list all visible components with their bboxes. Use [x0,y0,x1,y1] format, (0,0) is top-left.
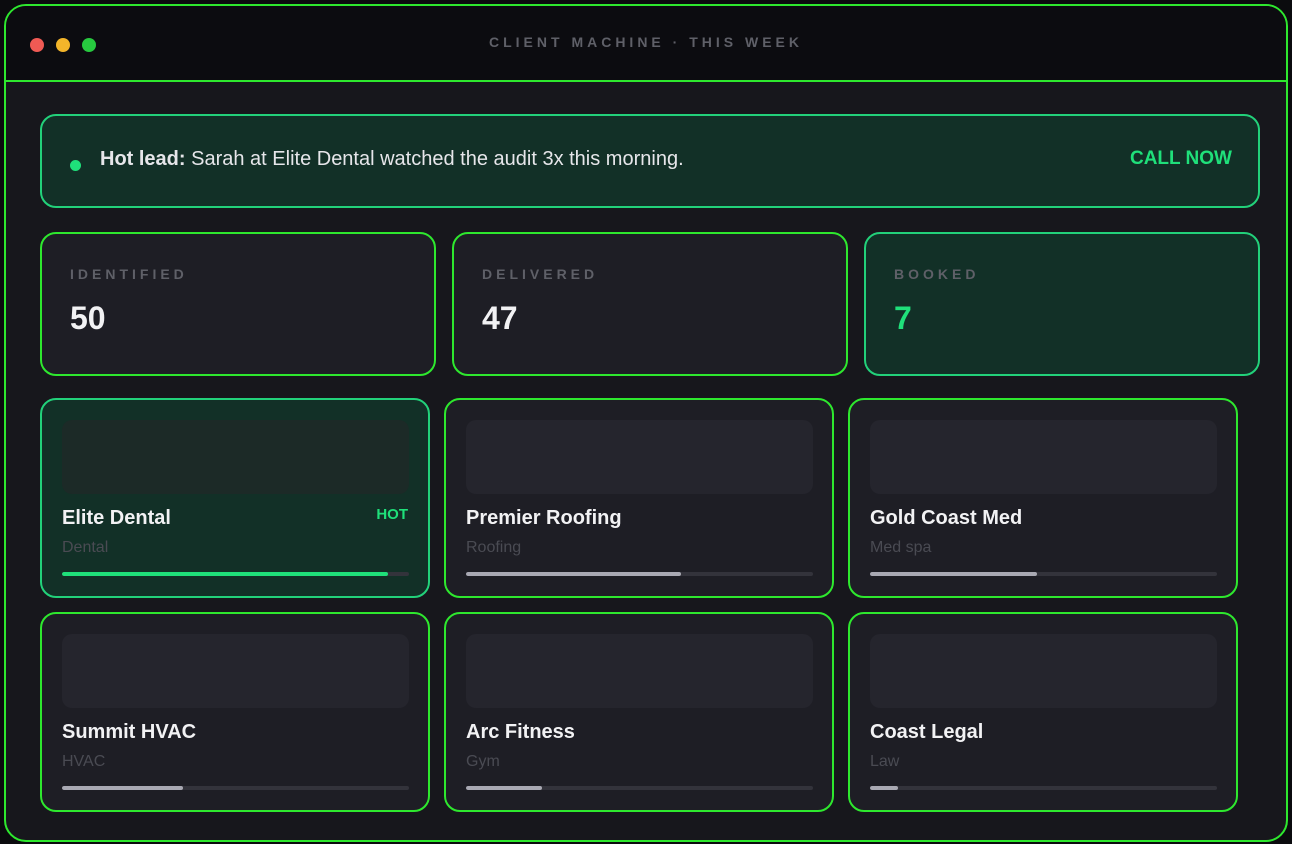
lead-category: Roofing [466,539,522,556]
lead-name: Coast Legal [870,721,984,743]
stat-card-identified: IDENTIFIED 50 [40,232,436,376]
lead-thumbnail [466,634,813,708]
lead-card-summit-hvac[interactable]: Summit HVAC HVAC [40,612,430,812]
lead-progress-fill [466,572,682,576]
lead-progress-bar [870,572,1217,576]
window-title: CLIENT MACHINE · THIS WEEK [489,34,803,50]
lead-name: Arc Fitness [466,721,575,743]
hot-lead-alert: Hot lead: Sarah at Elite Dental watched … [40,114,1260,208]
title-bar: CLIENT MACHINE · THIS WEEK [6,6,1286,82]
live-indicator-icon [70,160,81,171]
lead-thumbnail [870,420,1217,494]
lead-progress-fill [62,786,184,790]
lead-card-premier-roofing[interactable]: Premier Roofing Roofing [444,398,834,598]
lead-name: Summit HVAC [62,721,197,743]
lead-thumbnail [62,420,409,494]
stat-card-delivered: DELIVERED 47 [452,232,848,376]
alert-message: Hot lead: Sarah at Elite Dental watched … [100,147,684,171]
stat-label: IDENTIFIED [70,266,188,282]
stat-value: 50 [70,300,106,336]
stat-label: BOOKED [894,266,980,282]
lead-progress-bar [466,572,813,576]
lead-category: Gym [466,753,500,770]
lead-progress-bar [870,786,1217,790]
stat-card-booked: BOOKED 7 [864,232,1260,376]
lead-card-elite-dental[interactable]: Elite Dental HOT Dental [40,398,430,598]
lead-card-gold-coast-med[interactable]: Gold Coast Med Med spa [848,398,1238,598]
stat-value: 7 [894,300,912,336]
app-window: CLIENT MACHINE · THIS WEEK Hot lead: Sar… [4,4,1288,842]
lead-category: Dental [62,539,109,556]
lead-name: Premier Roofing [466,507,622,529]
lead-progress-bar [62,572,409,576]
lead-name: Elite Dental [62,507,171,529]
lead-thumbnail [870,634,1217,708]
lead-card-coast-legal[interactable]: Coast Legal Law [848,612,1238,812]
lead-progress-fill [870,786,898,790]
call-now-button[interactable]: CALL NOW [1130,147,1232,171]
hot-badge: HOT [376,506,408,523]
stat-value: 47 [482,300,518,336]
lead-progress-fill [466,786,543,790]
lead-category: Law [870,753,900,770]
alert-message-text: Sarah at Elite Dental watched the audit … [185,148,684,170]
lead-progress-fill [870,572,1037,576]
lead-progress-bar [466,786,813,790]
lead-card-arc-fitness[interactable]: Arc Fitness Gym [444,612,834,812]
lead-thumbnail [62,634,409,708]
alert-lead-label: Hot lead: [100,148,186,170]
lead-progress-bar [62,786,409,790]
lead-thumbnail [466,420,813,494]
lead-name: Gold Coast Med [870,507,1023,529]
lead-category: Med spa [870,539,932,556]
stat-label: DELIVERED [482,266,599,282]
lead-category: HVAC [62,753,106,770]
lead-progress-fill [62,572,389,576]
